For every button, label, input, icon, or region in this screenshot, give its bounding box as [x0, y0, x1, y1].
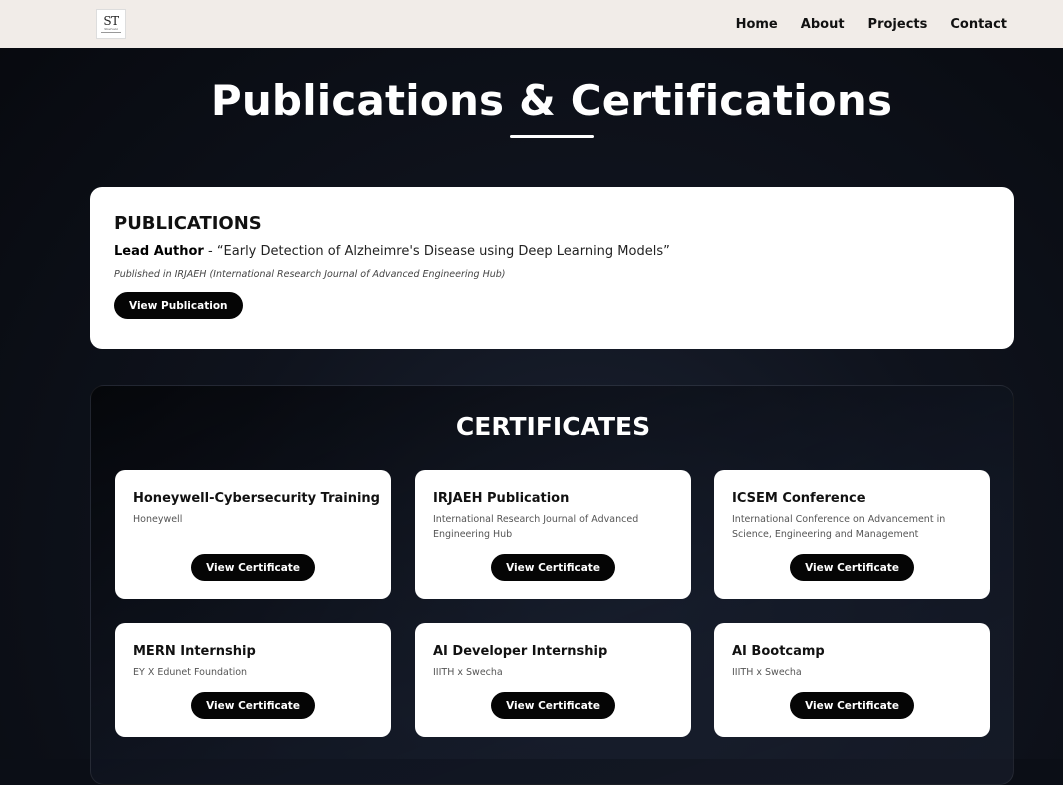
publications-card: PUBLICATIONS Lead Author - “Early Detect…: [90, 187, 1014, 349]
page-title: Publications & Certifications: [210, 76, 893, 125]
certificate-issuer: EY X Edunet Foundation: [133, 667, 248, 678]
certificate-card-icsem: ICSEM Conference International Conferenc…: [714, 470, 990, 599]
certificates-heading: CERTIFICATES: [455, 412, 651, 441]
publication-entry: Lead Author - “Early Detection of Alzhei…: [114, 244, 990, 259]
nav-link-projects[interactable]: Projects: [868, 17, 928, 32]
site-logo[interactable]: ST Sharvani: [96, 9, 126, 39]
certificate-issuer: International Research Journal of Advanc…: [433, 514, 639, 540]
certificate-card-mern: MERN Internship EY X Edunet Foundation V…: [115, 623, 391, 737]
certificates-section: CERTIFICATES Honeywell-Cybersecurity Tra…: [90, 385, 1014, 785]
certificate-title: AI Developer Internship: [433, 644, 608, 659]
certificate-issuer: IIITH x Swecha: [732, 667, 802, 678]
certificate-title: IRJAEH Publication: [433, 491, 570, 506]
certificate-button-row: View Certificate: [115, 554, 391, 581]
certificate-button-row: View Certificate: [415, 692, 691, 719]
certificate-issuer: International Conference on Advancement …: [732, 514, 946, 540]
view-certificate-button[interactable]: View Certificate: [491, 692, 615, 719]
certificate-button-row: View Certificate: [714, 554, 990, 581]
title-underline: [510, 135, 594, 138]
nav-link-about[interactable]: About: [801, 17, 845, 32]
certificate-title: ICSEM Conference: [732, 491, 866, 506]
view-certificate-button[interactable]: View Certificate: [491, 554, 615, 581]
certificate-card-honeywell: Honeywell-Cybersecurity Training Honeywe…: [115, 470, 391, 599]
logo-monogram: ST: [103, 14, 119, 28]
certificate-card-ai-developer: AI Developer Internship IIITH x Swecha V…: [415, 623, 691, 737]
logo-subtext: Sharvani: [104, 27, 118, 31]
logo-divider: [101, 32, 121, 33]
view-certificate-button[interactable]: View Certificate: [790, 554, 914, 581]
nav-links: Home About Projects Contact: [736, 0, 1007, 48]
certificate-card-irjaeh: IRJAEH Publication International Researc…: [415, 470, 691, 599]
certificate-title: Honeywell-Cybersecurity Training: [133, 491, 380, 506]
publication-role: Lead Author: [114, 244, 204, 259]
certificate-issuer: Honeywell: [133, 514, 183, 525]
publication-venue: Published in IRJAEH (International Resea…: [114, 269, 506, 280]
publication-title: “Early Detection of Alzheimre's Disease …: [216, 244, 670, 259]
nav-link-contact[interactable]: Contact: [950, 17, 1007, 32]
navbar: ST Sharvani Home About Projects Contact: [0, 0, 1063, 48]
nav-link-home[interactable]: Home: [736, 17, 778, 32]
certificate-title: AI Bootcamp: [732, 644, 825, 659]
view-publication-button[interactable]: View Publication: [114, 292, 243, 319]
view-certificate-button[interactable]: View Certificate: [191, 692, 315, 719]
view-certificate-button[interactable]: View Certificate: [191, 554, 315, 581]
certificate-card-ai-bootcamp: AI Bootcamp IIITH x Swecha View Certific…: [714, 623, 990, 737]
publications-heading: PUBLICATIONS: [114, 213, 262, 234]
publication-separator: -: [203, 244, 217, 259]
certificate-title: MERN Internship: [133, 644, 256, 659]
certificate-issuer: IIITH x Swecha: [433, 667, 503, 678]
certificate-button-row: View Certificate: [415, 554, 691, 581]
certificate-button-row: View Certificate: [714, 692, 990, 719]
view-certificate-button[interactable]: View Certificate: [790, 692, 914, 719]
certificate-button-row: View Certificate: [115, 692, 391, 719]
